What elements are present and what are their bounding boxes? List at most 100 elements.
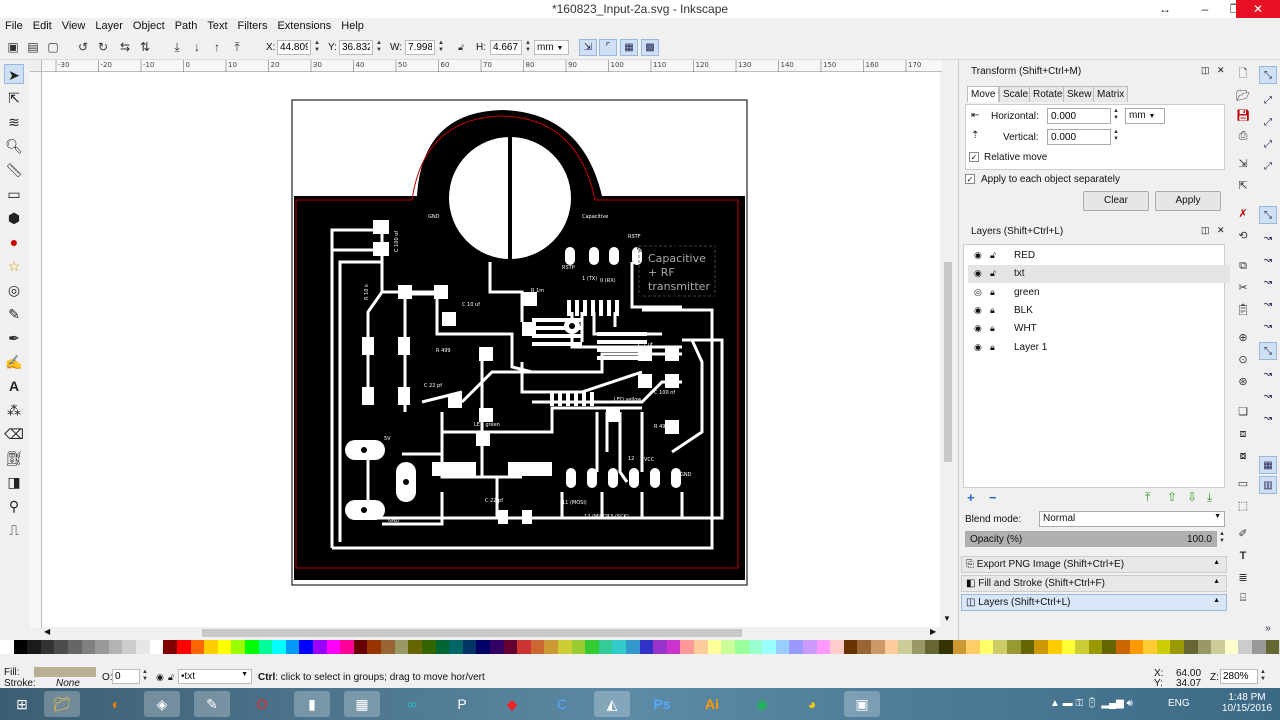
app-icon[interactable]: ◈ bbox=[144, 691, 180, 717]
color-swatch[interactable] bbox=[1197, 640, 1212, 654]
y-input[interactable] bbox=[339, 40, 373, 55]
measure-tool-icon[interactable]: 📏︎ bbox=[4, 160, 24, 180]
color-swatch[interactable] bbox=[871, 640, 885, 654]
browser-c-icon[interactable]: C bbox=[544, 691, 580, 717]
color-swatch[interactable] bbox=[1075, 640, 1089, 654]
color-swatch[interactable] bbox=[816, 640, 831, 654]
color-swatch[interactable] bbox=[1252, 640, 1266, 654]
dropper-tool-icon[interactable]: ⚲ bbox=[4, 496, 24, 516]
color-swatch[interactable] bbox=[1170, 640, 1185, 654]
inkscape-icon[interactable]: ◭ bbox=[594, 691, 630, 717]
zoom-spinner[interactable]: ▲ ▼ bbox=[1258, 669, 1268, 684]
color-swatch[interactable] bbox=[367, 640, 382, 654]
current-layer-select[interactable]: •txt ▼ bbox=[178, 669, 252, 684]
vertical-scroll-thumb[interactable] bbox=[944, 262, 952, 462]
calligraphy-tool-icon[interactable]: ✍ bbox=[4, 352, 24, 372]
color-swatch[interactable] bbox=[1007, 640, 1021, 654]
menu-view[interactable]: View bbox=[57, 18, 91, 34]
color-swatch[interactable] bbox=[40, 640, 55, 654]
horizontal-scroll-thumb[interactable] bbox=[202, 629, 742, 637]
zoom-drawing-icon[interactable]: ⊙ bbox=[1235, 352, 1251, 368]
color-swatch[interactable] bbox=[925, 640, 940, 654]
text-tool-icon[interactable]: A bbox=[4, 376, 24, 396]
color-swatch[interactable] bbox=[1156, 640, 1171, 654]
color-swatch[interactable] bbox=[857, 640, 871, 654]
color-swatch[interactable] bbox=[557, 640, 572, 654]
color-swatch[interactable] bbox=[244, 640, 259, 654]
lower-to-bottom-icon[interactable]: ⤓ bbox=[170, 40, 184, 54]
no-paint-swatch[interactable] bbox=[0, 640, 14, 654]
layer-lock-icon[interactable]: 🔓︎ bbox=[168, 672, 174, 683]
selector-tool-icon[interactable]: ➤ bbox=[4, 64, 24, 84]
scale-stroke-toggle[interactable]: ⇲ bbox=[579, 39, 597, 56]
color-swatch[interactable] bbox=[176, 640, 191, 654]
color-swatch[interactable] bbox=[340, 640, 354, 654]
snap-bbox-midpoint-icon[interactable]: ⤢ bbox=[1259, 158, 1277, 176]
color-swatch[interactable] bbox=[81, 640, 96, 654]
layer-row-red[interactable]: ◉ 🔓︎ RED bbox=[968, 247, 1230, 265]
other-app-icon[interactable]: ▣ bbox=[844, 691, 880, 717]
redo-icon[interactable]: ⟲ bbox=[1235, 228, 1251, 244]
snap-cusp-icon[interactable]: ↝ bbox=[1259, 274, 1277, 292]
menu-object[interactable]: Object bbox=[128, 18, 170, 34]
rotate-ccw-icon[interactable]: ↺ bbox=[76, 40, 90, 54]
opera-icon[interactable]: O bbox=[244, 691, 280, 717]
w-input[interactable] bbox=[405, 40, 435, 55]
menu-layer[interactable]: Layer bbox=[90, 18, 128, 34]
snap-smooth-icon[interactable]: ↝ bbox=[1259, 296, 1277, 314]
scroll-down-icon[interactable]: ▼ bbox=[943, 614, 951, 623]
spray-tool-icon[interactable]: ⁂ bbox=[4, 400, 24, 420]
tray-icons[interactable]: ▲ ▬ ⚿ 🔋︎ ▂▄▆ 🔊︎ bbox=[1050, 698, 1133, 709]
color-swatch[interactable] bbox=[353, 640, 368, 654]
unit-select[interactable]: mm ▼ bbox=[534, 40, 569, 55]
color-swatch[interactable] bbox=[1224, 640, 1239, 654]
color-swatch[interactable] bbox=[449, 640, 463, 654]
remove-layer-icon[interactable]: − bbox=[989, 490, 997, 505]
color-swatch[interactable] bbox=[394, 640, 409, 654]
color-swatch[interactable] bbox=[462, 640, 477, 654]
lock-ratio-icon[interactable]: 🔓︎ bbox=[454, 40, 468, 54]
notepad-icon[interactable]: ✎ bbox=[194, 691, 230, 717]
zoom-page-icon[interactable]: ⊛ bbox=[1235, 374, 1251, 390]
tab-scale[interactable]: Scale bbox=[999, 86, 1033, 102]
color-palette[interactable] bbox=[0, 640, 1280, 654]
color-swatch[interactable] bbox=[626, 640, 640, 654]
layer-row-txt[interactable]: ◉ 🔓︎ txt bbox=[968, 265, 1230, 283]
layer-to-top-icon[interactable]: ⤒ bbox=[1145, 490, 1150, 505]
arduino-icon[interactable]: ∞ bbox=[394, 691, 430, 717]
color-swatch[interactable] bbox=[503, 640, 518, 654]
apply-button[interactable]: Apply bbox=[1155, 191, 1221, 211]
tab-rotate[interactable]: Rotate bbox=[1029, 86, 1067, 102]
color-swatch[interactable] bbox=[163, 640, 177, 654]
snap-bbox-edge-icon[interactable]: ⤢ bbox=[1259, 114, 1277, 132]
color-swatch[interactable] bbox=[217, 640, 232, 654]
color-swatch[interactable] bbox=[843, 640, 858, 654]
color-swatch[interactable] bbox=[979, 640, 994, 654]
color-swatch[interactable] bbox=[258, 640, 273, 654]
layer-row-blk[interactable]: ◉ 🔒︎ BLK bbox=[968, 302, 1230, 320]
rectangle-tool-icon[interactable]: ▭ bbox=[4, 184, 24, 204]
eagle-icon[interactable]: ◆ bbox=[494, 691, 530, 717]
color-swatch[interactable] bbox=[489, 640, 504, 654]
color-swatch[interactable] bbox=[530, 640, 545, 654]
opacity-status-input[interactable] bbox=[112, 669, 140, 684]
pen-tool-icon[interactable]: ✒ bbox=[4, 328, 24, 348]
color-swatch[interactable] bbox=[544, 640, 558, 654]
calculator-icon[interactable]: ▦ bbox=[344, 691, 380, 717]
color-swatch[interactable] bbox=[231, 640, 245, 654]
snap-others-icon[interactable]: ⤡ bbox=[1259, 342, 1277, 360]
flip-vertical-icon[interactable]: ⇅ bbox=[138, 40, 152, 54]
color-swatch[interactable] bbox=[1115, 640, 1130, 654]
blend-mode-select[interactable]: Normal ▼ bbox=[1039, 511, 1225, 527]
color-swatch[interactable] bbox=[27, 640, 41, 654]
vertical-spinner[interactable]: ▲ ▼ bbox=[1111, 129, 1121, 144]
color-swatch[interactable] bbox=[326, 640, 341, 654]
transform-unit-select[interactable]: mm ▼ bbox=[1125, 108, 1165, 124]
raise-icon[interactable]: ↑ bbox=[210, 40, 224, 54]
color-swatch[interactable] bbox=[802, 640, 817, 654]
snap-centers-icon[interactable]: ↝ bbox=[1259, 366, 1277, 384]
tab-skew[interactable]: Skew bbox=[1063, 86, 1096, 102]
color-swatch[interactable] bbox=[1020, 640, 1035, 654]
opacity-spinner[interactable]: ▲ ▼ bbox=[1217, 531, 1227, 546]
ellipse-tool-icon[interactable]: ● bbox=[4, 232, 24, 252]
